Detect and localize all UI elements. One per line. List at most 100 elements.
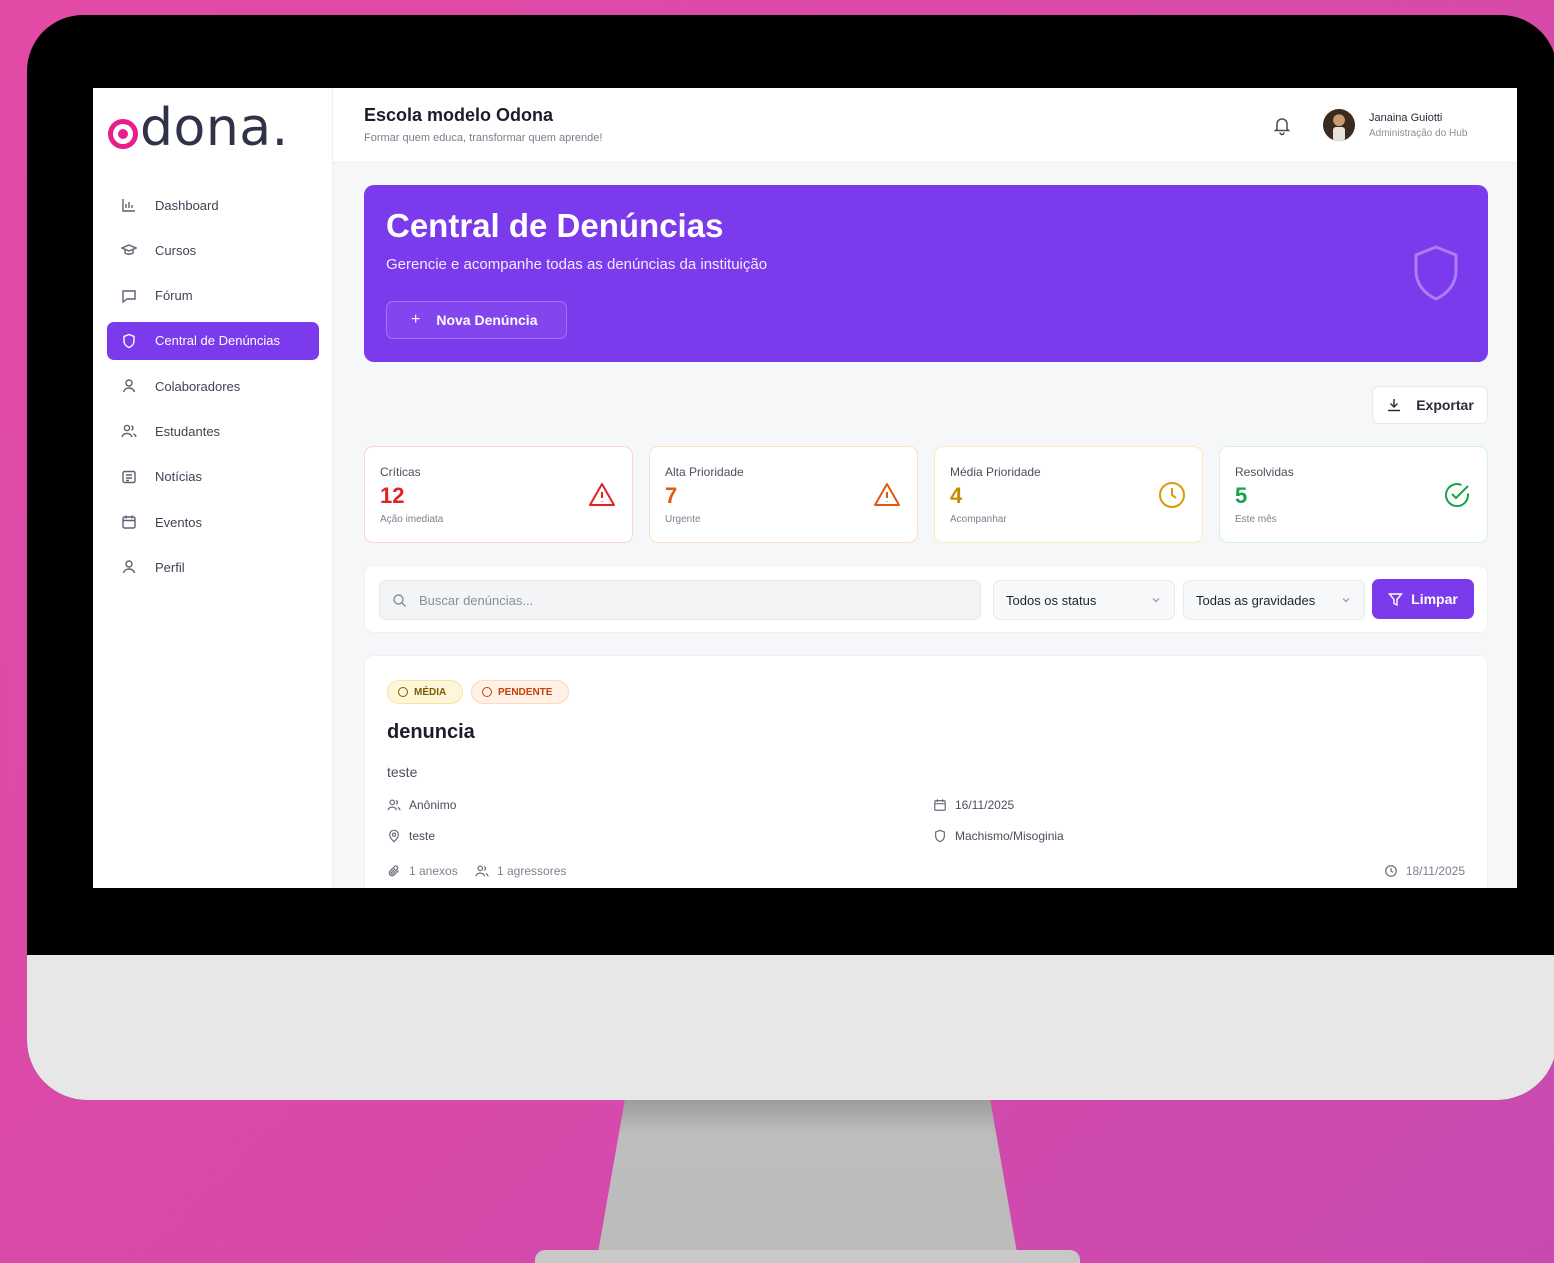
report-location: teste [387, 829, 435, 843]
download-icon [1386, 397, 1402, 413]
stat-card-alta-prioridade[interactable]: Alta Prioridade 7 Urgente [649, 446, 918, 543]
page-title: Escola modelo Odona [364, 105, 554, 125]
monitor-chin [27, 955, 1554, 1100]
sidebar-item-estudantes[interactable]: Estudantes [107, 412, 319, 450]
status-select[interactable]: Todos os status [993, 580, 1175, 620]
report-location-value: teste [409, 829, 436, 843]
sidebar-item-label: Colaboradores [155, 378, 241, 394]
severity-badge: MÉDIA [387, 680, 463, 704]
sidebar-item-dashboard[interactable]: Dashboard [107, 186, 319, 224]
sidebar-item-noticias[interactable]: Notícias [107, 458, 319, 496]
report-card[interactable]: MÉDIA PENDENTE denuncia teste Anônimo te… [364, 655, 1488, 888]
stat-card-resolvidas[interactable]: Resolvidas 5 Este mês [1219, 446, 1488, 543]
filter-icon [1388, 592, 1404, 607]
check-circle-icon [1442, 480, 1472, 510]
page-subtitle: Formar quem educa, transformar quem apre… [364, 132, 603, 144]
sidebar-item-perfil[interactable]: Perfil [107, 548, 319, 586]
stat-value: 12 [380, 483, 405, 508]
calendar-icon [933, 798, 947, 812]
report-aggressors: 1 agressores [475, 864, 566, 878]
banner-subtitle: Gerencie e acompanhe todas as denúncias … [386, 256, 768, 273]
report-updated-value: 18/11/2025 [1405, 864, 1465, 878]
shield-icon [933, 829, 947, 843]
clear-filters-button[interactable]: Limpar [1372, 579, 1474, 619]
search-input[interactable]: Buscar denúncias... [379, 580, 981, 620]
users-icon [121, 423, 137, 439]
stat-sublabel: Urgente [665, 514, 701, 525]
status-badge-label: PENDENTE [498, 686, 553, 698]
stat-value: 7 [665, 483, 678, 508]
stat-sublabel: Acompanhar [950, 514, 1007, 525]
clear-filters-label: Limpar [1411, 591, 1458, 607]
user-icon [121, 378, 137, 394]
report-attachments: 1 anexos [387, 864, 458, 878]
status-badge: PENDENTE [471, 680, 569, 704]
stat-label: Resolvidas [1235, 465, 1294, 479]
sidebar-item-colaboradores[interactable]: Colaboradores [107, 367, 319, 405]
stat-card-criticas[interactable]: Críticas 12 Ação imediata [364, 446, 633, 543]
report-category-value: Machismo/Misoginia [955, 829, 1064, 843]
stat-value: 4 [950, 483, 963, 508]
sidebar-item-label: Estudantes [155, 423, 221, 439]
search-icon [392, 593, 407, 608]
report-author: Anônimo [387, 798, 456, 812]
sidebar-item-eventos[interactable]: Eventos [107, 503, 319, 541]
new-report-button[interactable]: + Nova Denúncia [386, 301, 567, 339]
avatar[interactable] [1323, 109, 1355, 141]
gravity-select[interactable]: Todas as gravidades [1183, 580, 1365, 620]
message-square-icon [121, 288, 137, 304]
monitor-stand [595, 1100, 1020, 1263]
sidebar-item-label: Notícias [155, 469, 202, 485]
sidebar-item-label: Eventos [155, 514, 202, 530]
new-report-label: Nova Denúncia [436, 312, 538, 328]
sidebar-item-label: Central de Denúncias [155, 333, 281, 349]
report-category: Machismo/Misoginia [933, 829, 1064, 843]
stat-sublabel: Ação imediata [380, 514, 444, 525]
sidebar-item-label: Cursos [155, 242, 197, 258]
clock-icon [1384, 864, 1398, 878]
stat-label: Média Prioridade [950, 465, 1041, 479]
monitor-stand-base [535, 1250, 1080, 1263]
graduation-cap-icon [121, 242, 137, 258]
bar-chart-icon [121, 197, 137, 213]
sidebar-item-forum[interactable]: Fórum [107, 277, 319, 315]
calendar-icon [121, 514, 137, 530]
sidebar-nav: Dashboard Cursos Fórum Central de Denúnc… [107, 186, 319, 594]
stat-sublabel: Este mês [1235, 514, 1277, 525]
sidebar-item-label: Fórum [155, 288, 193, 304]
stat-card-media-prioridade[interactable]: Média Prioridade 4 Acompanhar [934, 446, 1203, 543]
report-updated: 18/11/2025 [1384, 864, 1465, 878]
logo[interactable]: dona. [108, 98, 289, 158]
plus-icon: + [411, 311, 421, 328]
severity-badge-label: MÉDIA [414, 686, 447, 698]
shield-icon [1410, 243, 1462, 303]
report-aggressors-value: 1 agressores [497, 864, 567, 878]
sidebar-item-label: Dashboard [155, 197, 219, 213]
users-icon [387, 798, 401, 812]
stat-label: Críticas [380, 465, 421, 479]
export-button[interactable]: Exportar [1372, 386, 1488, 424]
circle-icon [398, 687, 408, 697]
hero-banner: Central de Denúncias Gerencie e acompanh… [364, 185, 1488, 362]
sidebar-item-central-de-denuncias[interactable]: Central de Denúncias [107, 321, 319, 360]
clock-icon [1157, 480, 1187, 510]
map-pin-icon [387, 829, 401, 843]
chevron-down-icon [1340, 594, 1352, 606]
search-placeholder: Buscar denúncias... [419, 592, 534, 608]
gravity-select-value: Todas as gravidades [1196, 592, 1316, 608]
report-author-value: Anônimo [409, 798, 457, 812]
report-description: teste [387, 764, 418, 780]
bell-icon[interactable] [1271, 114, 1293, 136]
status-select-value: Todos os status [1006, 592, 1097, 608]
report-title: denuncia [387, 721, 475, 743]
topbar: Escola modelo Odona Formar quem educa, t… [333, 88, 1517, 163]
banner-title: Central de Denúncias [386, 207, 724, 244]
newspaper-icon [121, 469, 137, 485]
sidebar-item-cursos[interactable]: Cursos [107, 231, 319, 269]
report-date: 16/11/2025 [933, 798, 1014, 812]
users-icon [475, 864, 489, 878]
alert-triangle-icon [587, 480, 617, 510]
report-attachments-value: 1 anexos [409, 864, 458, 878]
report-date-value: 16/11/2025 [955, 798, 1015, 812]
logo-mark-icon [108, 119, 138, 149]
